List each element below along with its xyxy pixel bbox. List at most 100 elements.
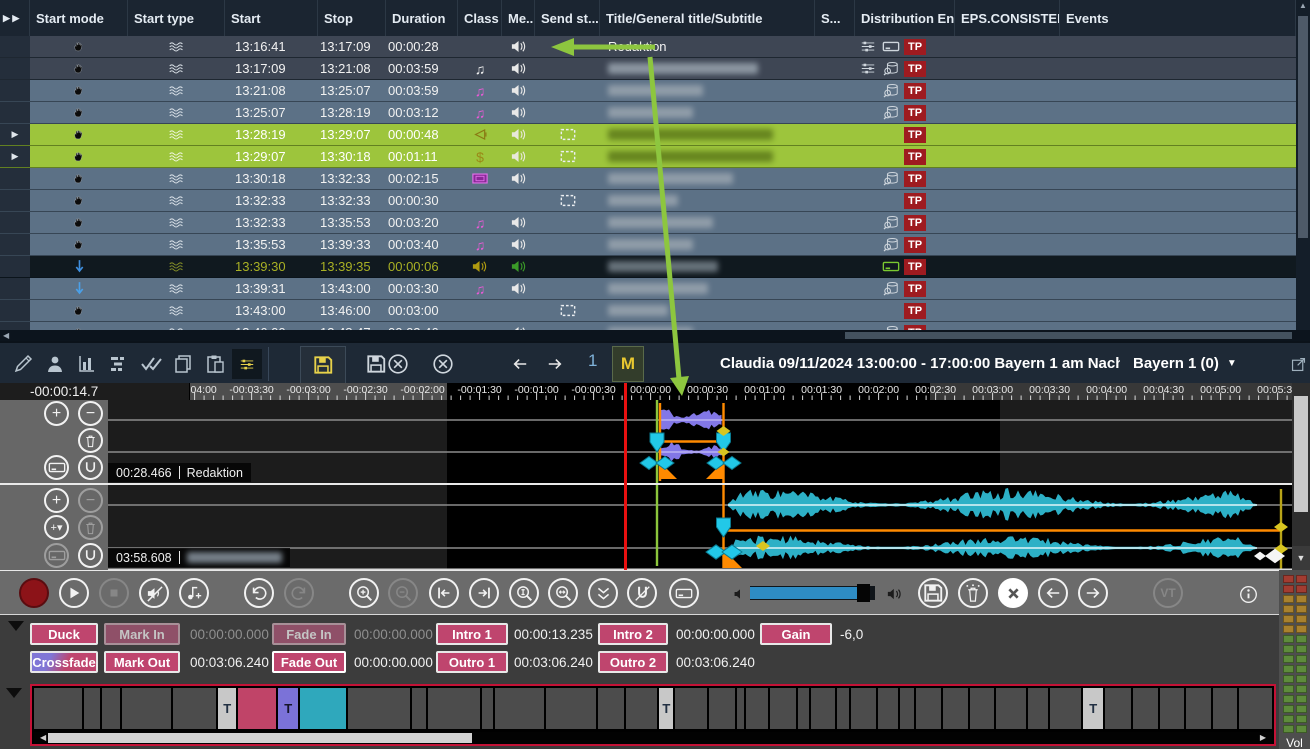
overview-segment[interactable]: [746, 688, 768, 729]
close-circle-icon[interactable]: [428, 349, 458, 379]
chevron-down-icon[interactable]: ▼: [1227, 358, 1237, 369]
column-header-distribution-endpoints[interactable]: Distribution Endpoints: [855, 0, 955, 36]
zoom-out-button[interactable]: [388, 578, 418, 608]
mode-indicator[interactable]: M: [612, 346, 644, 382]
gain-button[interactable]: Gain: [760, 623, 832, 645]
fade-in-button[interactable]: Fade In: [272, 623, 346, 645]
playlist-row[interactable]: 13:32:3313:32:3300:00:30TP: [0, 190, 1296, 212]
note-add-button[interactable]: [179, 578, 209, 608]
playlist-row[interactable]: 13:35:5313:39:3300:03:40♫TP: [0, 234, 1296, 256]
overview-segment[interactable]: [173, 688, 217, 729]
close-x-button[interactable]: [998, 578, 1028, 608]
add-track-button[interactable]: +▾: [44, 515, 69, 540]
volume-handle[interactable]: [857, 584, 870, 602]
overview-segment[interactable]: [878, 688, 898, 729]
pencil-icon[interactable]: [8, 349, 38, 379]
track-strip-button[interactable]: [44, 455, 69, 480]
overview-segment[interactable]: [34, 688, 82, 729]
overview-segment[interactable]: [348, 688, 410, 729]
strip-grid-icon[interactable]: [232, 349, 262, 379]
save-close-icon[interactable]: [360, 349, 414, 379]
trash-confetti-button[interactable]: [958, 578, 988, 608]
overview-segment-purple[interactable]: T: [278, 688, 298, 729]
zoom-pointer-button[interactable]: [548, 578, 578, 608]
playlist-row[interactable]: 13:21:0813:25:0700:03:59♫TP: [0, 80, 1296, 102]
column-header-s-[interactable]: S...: [815, 0, 855, 36]
chevrons-down-button[interactable]: [588, 578, 618, 608]
column-header-class[interactable]: Class: [458, 0, 502, 36]
playlist-row[interactable]: 13:25:0713:28:1900:03:12♫TP: [0, 102, 1296, 124]
overview-segment[interactable]: [916, 688, 941, 729]
zoom-in-button[interactable]: [349, 578, 379, 608]
overview-segment-marker[interactable]: T: [1083, 688, 1103, 729]
overview-segment-marker[interactable]: T: [659, 688, 673, 729]
overview-segment[interactable]: [412, 688, 427, 729]
copy-icon[interactable]: [168, 349, 198, 379]
overview-segment[interactable]: [996, 688, 1026, 729]
outro-1-button[interactable]: Outro 1: [436, 651, 508, 673]
column-header-eps-consistency[interactable]: EPS.CONSISTENCY: [955, 0, 1060, 36]
overview-segment-teal[interactable]: [300, 688, 346, 729]
zoom-out-track-button[interactable]: −: [78, 401, 103, 426]
mark-out-button[interactable]: Mark Out: [104, 651, 180, 673]
scroll-up-icon[interactable]: ▲: [1296, 1, 1310, 10]
scrollbar-thumb[interactable]: [845, 332, 1292, 339]
scroll-left-icon[interactable]: ◀: [40, 733, 46, 742]
scroll-right-icon[interactable]: ▶: [1260, 733, 1266, 742]
person-icon[interactable]: [40, 349, 70, 379]
magnet-off-button[interactable]: [627, 578, 657, 608]
intro-2-button[interactable]: Intro 2: [598, 623, 668, 645]
zoom-in-track-button[interactable]: +: [44, 488, 69, 513]
column-header-start[interactable]: Start: [225, 0, 318, 36]
play-button[interactable]: [59, 578, 89, 608]
overview-segment-marker[interactable]: T: [218, 688, 236, 729]
overview-segment[interactable]: [428, 688, 480, 729]
overview-segment[interactable]: [84, 688, 101, 729]
overview-segment[interactable]: [1050, 688, 1082, 729]
speaker-loud-icon[interactable]: [880, 579, 910, 609]
vt-button[interactable]: VT: [1153, 578, 1183, 608]
overview-scrollbar[interactable]: ◀ ▶: [34, 732, 1272, 744]
overview-segment[interactable]: [102, 688, 120, 729]
volume-slider[interactable]: [750, 586, 875, 600]
playlist-row[interactable]: 13:43:0013:46:0000:03:00TP: [0, 300, 1296, 322]
overview-segment[interactable]: [1133, 688, 1158, 729]
track-strip-button[interactable]: [44, 543, 69, 568]
loop-button[interactable]: [78, 543, 103, 568]
playlist-row[interactable]: 13:16:4113:17:0900:00:28RedaktionTP: [0, 36, 1296, 58]
playlist-row[interactable]: 13:30:1813:32:3300:02:15TP: [0, 168, 1296, 190]
save-icon[interactable]: [300, 346, 346, 384]
scrollbar-thumb[interactable]: [1298, 16, 1308, 238]
scrollbar-thumb[interactable]: [1294, 396, 1308, 512]
stop-button[interactable]: [99, 578, 129, 608]
overview-segment[interactable]: [1105, 688, 1131, 729]
column-header-start-type[interactable]: Start type: [128, 0, 225, 36]
column-header-title-general-title-subtitle[interactable]: Title/General title/Subtitle: [600, 0, 815, 36]
double-check-icon[interactable]: [136, 349, 166, 379]
overview-segment[interactable]: [626, 688, 658, 729]
arrow-left-icon[interactable]: [505, 349, 535, 379]
strip-button[interactable]: [669, 578, 699, 608]
overview-segment[interactable]: [970, 688, 995, 729]
playlist-row[interactable]: 13:39:3113:43:0000:03:30♫TP: [0, 278, 1296, 300]
playlist-row[interactable]: 13:39:3013:39:3500:00:06TP: [0, 256, 1296, 278]
fade-out-button[interactable]: Fade Out: [272, 651, 346, 673]
scroll-down-icon[interactable]: ▼: [1292, 546, 1310, 570]
overview-segment[interactable]: [122, 688, 171, 729]
goto-start-button[interactable]: [429, 578, 459, 608]
playlist-vertical-scrollbar[interactable]: ▲: [1296, 0, 1310, 330]
overview-segment[interactable]: [1239, 688, 1272, 729]
outro-2-button[interactable]: Outro 2: [598, 651, 668, 673]
info-icon[interactable]: [1233, 579, 1263, 609]
intro-1-button[interactable]: Intro 1: [436, 623, 508, 645]
overview-segment[interactable]: [770, 688, 796, 729]
paste-icon[interactable]: [200, 349, 230, 379]
column-header-duration[interactable]: Duration: [386, 0, 458, 36]
playlist-horizontal-scrollbar[interactable]: ◀: [0, 330, 1310, 341]
overview-segment[interactable]: [837, 688, 850, 729]
column-header-start-mode[interactable]: Start mode: [30, 0, 128, 36]
undo-button[interactable]: [244, 578, 274, 608]
list-tree-icon[interactable]: [104, 349, 134, 379]
save-button[interactable]: [918, 578, 948, 608]
column-header-stop[interactable]: Stop: [318, 0, 386, 36]
